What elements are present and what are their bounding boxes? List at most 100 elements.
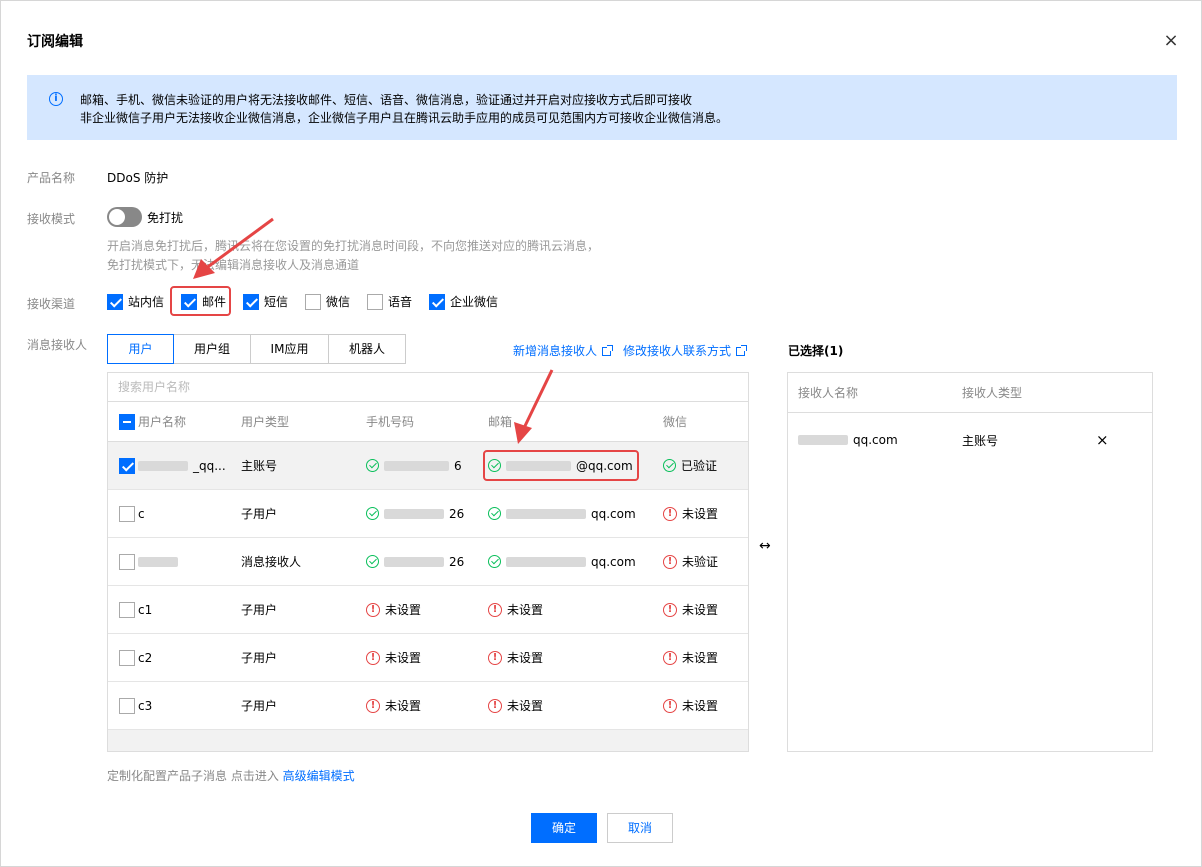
checkbox-wechat[interactable] [305, 293, 321, 310]
wechat-status: 已验证 [681, 459, 718, 473]
info-icon: i [49, 92, 63, 106]
wechat-cell: ! 未设置 [663, 682, 718, 729]
email-value: qq.com [591, 554, 636, 569]
checkbox-wecom[interactable] [429, 293, 445, 310]
row-checkbox-cell [119, 538, 135, 585]
email-value: qq.com [591, 506, 636, 521]
tab-robot[interactable]: 机器人 [328, 334, 406, 364]
table-row[interactable]: c 子用户 26 qq.com ! 未设置 [108, 490, 748, 538]
row-checkbox[interactable] [119, 457, 135, 474]
table-row[interactable]: _qq... 主账号 6 @qq.com 已验证 [108, 442, 748, 490]
annotation-arrow-icon [193, 217, 274, 279]
warning-icon: ! [366, 650, 380, 665]
table-row[interactable]: c1 子用户 ! 未设置 ! 未设置 ! 未设置 [108, 586, 748, 634]
user-type: 子用户 [241, 651, 278, 665]
close-icon[interactable]: × [1161, 31, 1181, 51]
header-type: 用户类型 [241, 415, 290, 429]
user-name: c2 [138, 650, 153, 665]
wechat-cell: ! 未验证 [663, 538, 718, 585]
dialog-title: 订阅编辑 [27, 34, 83, 50]
tab-user-group[interactable]: 用户组 [173, 334, 251, 364]
wechat-cell: 已验证 [663, 442, 717, 489]
verified-icon [366, 507, 379, 520]
checkbox-sms[interactable] [243, 293, 259, 310]
notice-line-1: 邮箱、手机、微信未验证的用户将无法接收邮件、短信、语音、微信消息，验证通过并开启… [80, 93, 693, 107]
annotation-arrow-icon [514, 369, 554, 444]
recipient-label: 消息接收人 [27, 338, 88, 352]
channel-wecom[interactable]: 企业微信 [429, 293, 498, 310]
product-value: DDoS 防护 [107, 171, 169, 185]
verified-icon [488, 507, 501, 520]
product-label: 产品名称 [27, 171, 76, 185]
tab-im-app[interactable]: IM应用 [250, 334, 329, 364]
email-value: 未设置 [507, 603, 544, 617]
switch-knob [109, 209, 125, 225]
user-type: 子用户 [241, 699, 278, 713]
advanced-edit-link[interactable]: 高级编辑模式 [283, 769, 355, 783]
channel-voice[interactable]: 语音 [367, 293, 412, 310]
mode-label: 接收模式 [27, 212, 76, 226]
warning-icon: ! [366, 698, 380, 713]
warning-icon: ! [366, 602, 380, 617]
dnd-switch[interactable] [107, 207, 142, 227]
external-link-icon [602, 345, 614, 356]
checkbox-station[interactable] [107, 293, 123, 310]
email-cell: ! 未设置 [488, 634, 543, 681]
add-recipient-link[interactable]: 新增消息接收人 [513, 342, 614, 359]
remove-icon[interactable]: × [1096, 413, 1109, 467]
tab-user[interactable]: 用户 [107, 334, 174, 364]
row-checkbox[interactable] [119, 649, 135, 666]
selected-header: 接收人名称 接收人类型 [788, 373, 1152, 413]
warning-icon: ! [663, 650, 677, 665]
table-header: 用户名称 用户类型 手机号码 邮箱 微信 [108, 402, 748, 442]
table-row[interactable]: 消息接收人 26 qq.com ! 未验证 [108, 538, 748, 586]
user-name-cell: c [138, 490, 145, 537]
redacted-block [798, 435, 848, 445]
row-checkbox[interactable] [119, 601, 135, 618]
email-value: 未设置 [507, 651, 544, 665]
notice-line-2: 非企业微信子用户无法接收企业微信消息，企业微信子用户且在腾讯云助手应用的成员可见… [80, 111, 729, 125]
row-checkbox-cell [119, 634, 135, 681]
edit-contact-link-text: 修改接收人联系方式 [623, 344, 732, 358]
header-wechat: 微信 [663, 415, 688, 429]
phone-value: 26 [449, 506, 465, 521]
warning-icon: ! [663, 506, 677, 521]
channel-wechat[interactable]: 微信 [305, 293, 350, 310]
select-all-checkbox[interactable] [119, 413, 135, 430]
swap-icon: ↔ [759, 538, 771, 554]
table-row-partial[interactable] [108, 730, 748, 751]
user-name-cell [138, 538, 183, 585]
email-cell: ! 未设置 [488, 682, 543, 729]
verified-icon [366, 555, 379, 568]
phone-value: 未设置 [385, 603, 422, 617]
wechat-status: 未验证 [682, 555, 719, 569]
channel-sms[interactable]: 短信 [243, 293, 288, 310]
selected-panel: 接收人名称 接收人类型 qq.com 主账号 × [787, 372, 1153, 752]
row-checkbox[interactable] [119, 553, 135, 570]
user-table: 搜索用户名称 用户名称 用户类型 手机号码 邮箱 微信 _qq... 主账号 6… [107, 372, 749, 752]
warning-icon: ! [488, 698, 502, 713]
confirm-button[interactable]: 确定 [531, 813, 597, 843]
user-name: _qq... [193, 458, 226, 473]
external-link-icon [736, 345, 748, 356]
user-search-input[interactable]: 搜索用户名称 [108, 373, 748, 402]
selected-title: 已选择(1) [788, 344, 844, 358]
row-checkbox-cell [119, 490, 135, 537]
edit-contact-link[interactable]: 修改接收人联系方式 [623, 342, 748, 359]
checkbox-voice[interactable] [367, 293, 383, 310]
selected-row: qq.com 主账号 × [788, 413, 1152, 467]
cancel-button[interactable]: 取消 [607, 813, 673, 843]
channel-station[interactable]: 站内信 [107, 293, 164, 310]
channel-label: 接收渠道 [27, 297, 76, 311]
row-checkbox[interactable] [119, 505, 135, 522]
wechat-cell: ! 未设置 [663, 586, 718, 633]
redacted-block [506, 508, 586, 519]
table-row[interactable]: c2 子用户 ! 未设置 ! 未设置 ! 未设置 [108, 634, 748, 682]
row-checkbox[interactable] [119, 697, 135, 714]
warning-icon: ! [488, 650, 502, 665]
channel-voice-label: 语音 [388, 295, 413, 309]
row-checkbox-cell [119, 442, 135, 489]
wechat-status: 未设置 [682, 507, 719, 521]
table-row[interactable]: c3 子用户 ! 未设置 ! 未设置 ! 未设置 [108, 682, 748, 730]
email-value: 未设置 [507, 699, 544, 713]
